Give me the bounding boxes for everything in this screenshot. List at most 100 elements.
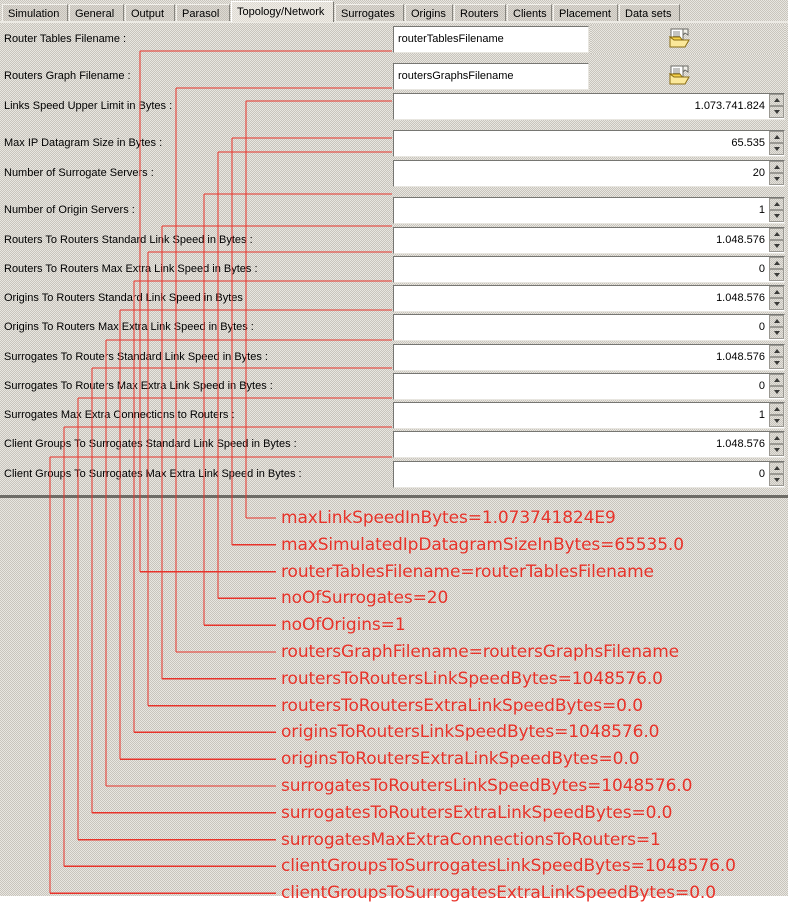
annotation-label: clientGroupsToSurrogatesLinkSpeedBytes=1… (281, 856, 736, 877)
filename-input[interactable]: routersGraphsFilename (393, 63, 589, 90)
number-spinner[interactable]: 0 (393, 373, 785, 400)
spinner-value[interactable]: 1 (394, 198, 768, 223)
spinner-value[interactable]: 1.048.576 (394, 432, 768, 457)
tab-topology-network[interactable]: Topology/Network (231, 1, 334, 22)
spinner-increment-icon[interactable] (769, 94, 784, 106)
annotation-label: clientGroupsToSurrogatesExtraLinkSpeedBy… (281, 883, 716, 903)
spinner-value[interactable]: 1 (394, 403, 768, 428)
field-label: Origins To Routers Standard Link Speed i… (4, 292, 243, 304)
field-label: Number of Surrogate Servers : (4, 167, 154, 179)
spinner-decrement-icon[interactable] (769, 269, 784, 281)
spinner-value[interactable]: 1.048.576 (394, 286, 768, 311)
spinner-arrows (769, 228, 784, 253)
spinner-arrows (769, 432, 784, 457)
number-spinner[interactable]: 1.048.576 (393, 431, 785, 458)
spinner-decrement-icon[interactable] (769, 210, 784, 222)
spinner-increment-icon[interactable] (769, 462, 784, 474)
spinner-increment-icon[interactable] (769, 315, 784, 327)
spinner-arrows (769, 257, 784, 282)
spinner-decrement-icon[interactable] (769, 298, 784, 310)
spinner-value[interactable]: 65.535 (394, 131, 768, 156)
annotation-label: routersToRoutersLinkSpeedBytes=1048576.0 (281, 668, 663, 689)
number-spinner[interactable]: 1.048.576 (393, 227, 785, 254)
tab-output[interactable]: Output (125, 4, 175, 22)
tab-data-sets[interactable]: Data sets (619, 4, 680, 22)
spinner-arrows (769, 345, 784, 370)
spinner-arrows (769, 286, 784, 311)
annotation-label: maxSimulatedIpDatagramSizeInBytes=65535.… (281, 534, 684, 555)
number-spinner[interactable]: 1.073.741.824 (393, 93, 785, 120)
form-row: Routers Graph Filename : routersGraphsFil… (0, 61, 788, 91)
spinner-arrows (769, 315, 784, 340)
spinner-decrement-icon[interactable] (769, 415, 784, 427)
spinner-decrement-icon[interactable] (769, 474, 784, 486)
spinner-decrement-icon[interactable] (769, 386, 784, 398)
form-row: Origins To Routers Max Extra Link Speed … (0, 312, 788, 342)
tab-placement[interactable]: Placement (553, 4, 618, 22)
filename-input[interactable]: routerTablesFilename (393, 26, 589, 53)
open-document-icon[interactable] (667, 65, 693, 88)
spinner-decrement-icon[interactable] (769, 106, 784, 118)
spinner-arrows (769, 403, 784, 428)
spinner-value[interactable]: 0 (394, 462, 768, 487)
form-row: Surrogates Max Extra Connections to Rout… (0, 400, 788, 430)
spinner-arrows (769, 198, 784, 223)
annotation-label: maxLinkSpeedInBytes=1.073741824E9 (281, 508, 616, 528)
spinner-decrement-icon[interactable] (769, 143, 784, 155)
annotation-label: originsToRoutersExtraLinkSpeedBytes=0.0 (281, 749, 640, 770)
spinner-decrement-icon[interactable] (769, 173, 784, 185)
spinner-value[interactable]: 0 (394, 257, 768, 282)
spinner-value[interactable]: 1.048.576 (394, 228, 768, 253)
spinner-increment-icon[interactable] (769, 198, 784, 210)
spinner-value[interactable]: 20 (394, 161, 768, 186)
annotation-label: noOfSurrogates=20 (281, 588, 449, 609)
tab-parasol[interactable]: Parasol (176, 4, 230, 22)
spinner-decrement-icon[interactable] (769, 357, 784, 369)
field-label: Routers Graph Filename : (4, 70, 131, 82)
browse-button-area (591, 62, 785, 91)
number-spinner[interactable]: 65.535 (393, 130, 785, 157)
tab-simulation[interactable]: Simulation (2, 4, 68, 22)
spinner-increment-icon[interactable] (769, 131, 784, 143)
tab-surrogates[interactable]: Surrogates (335, 4, 404, 22)
number-spinner[interactable]: 1 (393, 197, 785, 224)
spinner-increment-icon[interactable] (769, 432, 784, 444)
number-spinner[interactable]: 20 (393, 160, 785, 187)
tab-general[interactable]: General (69, 4, 124, 22)
number-spinner[interactable]: 1.048.576 (393, 344, 785, 371)
spinner-decrement-icon[interactable] (769, 240, 784, 252)
spinner-increment-icon[interactable] (769, 228, 784, 240)
spinner-increment-icon[interactable] (769, 374, 784, 386)
form-row: Links Speed Upper Limit in Bytes : 1.073.… (0, 91, 788, 121)
spinner-arrows (769, 131, 784, 156)
tab-origins[interactable]: Origins (405, 4, 453, 22)
spinner-value[interactable]: 0 (394, 315, 768, 340)
number-spinner[interactable]: 1 (393, 402, 785, 429)
field-label: Links Speed Upper Limit in Bytes : (4, 100, 173, 112)
tab-routers[interactable]: Routers (454, 4, 506, 22)
form-row: Client Groups To Surrogates Standard Lin… (0, 429, 788, 459)
spinner-increment-icon[interactable] (769, 257, 784, 269)
spinner-increment-icon[interactable] (769, 403, 784, 415)
open-document-icon[interactable] (667, 28, 693, 51)
number-spinner[interactable]: 0 (393, 256, 785, 283)
spinner-value[interactable]: 1.073.741.824 (394, 94, 768, 119)
spinner-increment-icon[interactable] (769, 286, 784, 298)
form-row: Router Tables Filename : routerTablesFile… (0, 24, 788, 54)
form-row: Number of Origin Servers : 1 (0, 195, 788, 225)
field-label: Routers To Routers Standard Link Speed i… (4, 234, 253, 246)
spinner-value[interactable]: 0 (394, 374, 768, 399)
spinner-decrement-icon[interactable] (769, 327, 784, 339)
spinner-arrows (769, 94, 784, 119)
spinner-increment-icon[interactable] (769, 161, 784, 173)
number-spinner[interactable]: 0 (393, 314, 785, 341)
spinner-value[interactable]: 1.048.576 (394, 345, 768, 370)
field-label: Max IP Datagram Size in Bytes : (4, 137, 163, 149)
number-spinner[interactable]: 0 (393, 461, 785, 488)
field-label: Surrogates To Routers Max Extra Link Spe… (4, 380, 273, 392)
spinner-increment-icon[interactable] (769, 345, 784, 357)
tab-clients[interactable]: Clients (507, 4, 552, 22)
spinner-decrement-icon[interactable] (769, 444, 784, 456)
number-spinner[interactable]: 1.048.576 (393, 285, 785, 312)
browse-button-area (591, 25, 785, 54)
